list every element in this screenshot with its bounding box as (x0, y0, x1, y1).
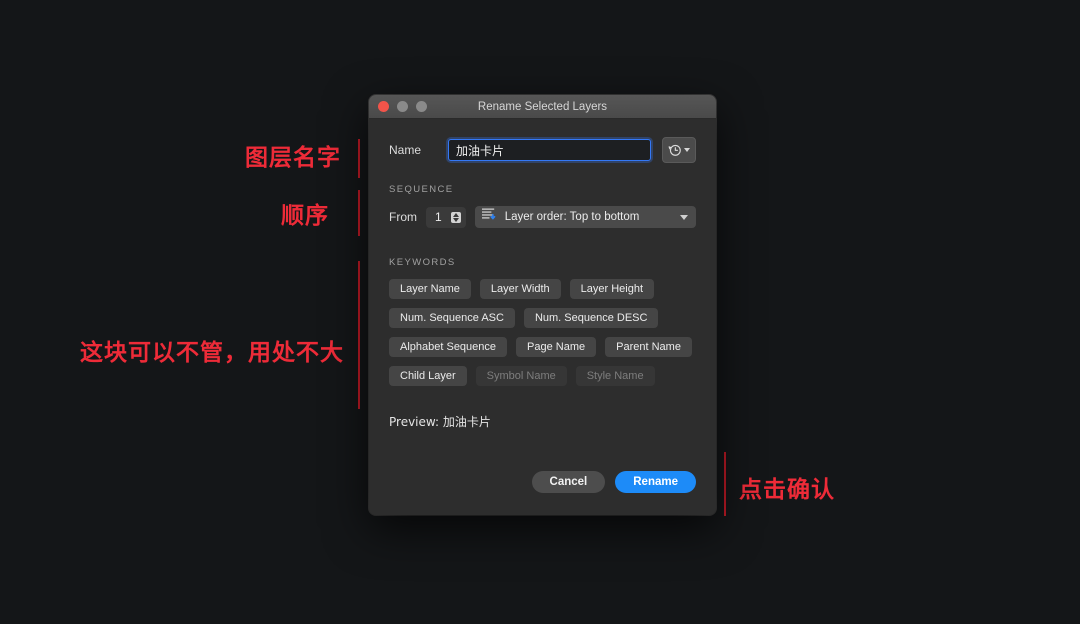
keywords-section-label: KEYWORDS (389, 257, 456, 268)
keyword-num-sequence-desc[interactable]: Num. Sequence DESC (523, 308, 659, 328)
keyword-style-name: Style Name (575, 366, 655, 386)
layer-order-select[interactable]: Layer order: Top to bottom (474, 206, 696, 228)
annotation-bar-click-confirm (724, 452, 726, 516)
keyword-layer-width[interactable]: Layer Width (479, 279, 561, 299)
keyword-symbol-name: Symbol Name (475, 366, 567, 386)
sequence-section-label: SEQUENCE (389, 184, 454, 195)
layer-order-value: Layer order: Top to bottom (504, 211, 640, 223)
keyword-child-layer[interactable]: Child Layer (389, 366, 467, 386)
stepper-up-icon[interactable] (452, 212, 459, 217)
layer-order-icon (481, 207, 498, 227)
sequence-row: From 1 Layer order: Top to bottom (389, 206, 696, 228)
annotation-bar-order (358, 190, 360, 236)
keyword-layer-name[interactable]: Layer Name (389, 279, 471, 299)
close-window-icon[interactable] (378, 101, 389, 112)
history-clock-icon (668, 143, 682, 157)
keyword-num-sequence-asc[interactable]: Num. Sequence ASC (389, 308, 515, 328)
keyword-row: Num. Sequence ASC Num. Sequence DESC (389, 308, 696, 328)
name-history-button[interactable] (662, 137, 696, 163)
name-label: Name (389, 143, 422, 157)
dialog-body: Name 加油卡片 SEQUENCE From 1 Layer order: T… (369, 119, 716, 515)
zoom-window-icon[interactable] (416, 101, 427, 112)
keyword-alphabet-sequence[interactable]: Alphabet Sequence (389, 337, 508, 357)
annotation-bar-layer-name (358, 139, 360, 178)
from-label: From (389, 210, 417, 224)
cancel-button[interactable]: Cancel (531, 471, 606, 493)
stepper-down-icon[interactable] (452, 217, 459, 222)
minimize-window-icon[interactable] (397, 101, 408, 112)
annotation-layer-name: 图层名字 (245, 145, 341, 171)
stepper-arrows-icon[interactable] (450, 211, 461, 223)
keyword-parent-name[interactable]: Parent Name (605, 337, 692, 357)
annotation-ignore-section: 这块可以不管，用处不大 (80, 340, 344, 366)
keyword-row: Child Layer Symbol Name Style Name (389, 366, 696, 386)
rename-button[interactable]: Rename (615, 471, 696, 493)
from-value: 1 (435, 210, 442, 224)
rename-selected-layers-dialog: Rename Selected Layers Name 加油卡片 SEQUENC… (369, 95, 716, 515)
annotation-order: 顺序 (281, 203, 329, 229)
name-row: Name 加油卡片 (389, 137, 696, 163)
keyword-layer-height[interactable]: Layer Height (569, 279, 654, 299)
name-input[interactable]: 加油卡片 (448, 139, 651, 161)
chevron-down-icon (684, 148, 690, 152)
dialog-footer: Cancel Rename (531, 471, 696, 493)
keyword-row: Alphabet Sequence Page Name Parent Name (389, 337, 696, 357)
keyword-row: Layer Name Layer Width Layer Height (389, 279, 696, 299)
keyword-page-name[interactable]: Page Name (516, 337, 597, 357)
annotation-bar-ignore-section (358, 261, 360, 409)
from-stepper[interactable]: 1 (426, 206, 466, 228)
keyword-rows: Layer Name Layer Width Layer Height Num.… (389, 279, 696, 386)
traffic-lights (378, 101, 427, 112)
chevron-down-icon (680, 214, 688, 220)
dialog-titlebar[interactable]: Rename Selected Layers (369, 95, 716, 119)
annotation-click-confirm: 点击确认 (739, 477, 835, 503)
preview-text: Preview: 加油卡片 (389, 415, 491, 429)
